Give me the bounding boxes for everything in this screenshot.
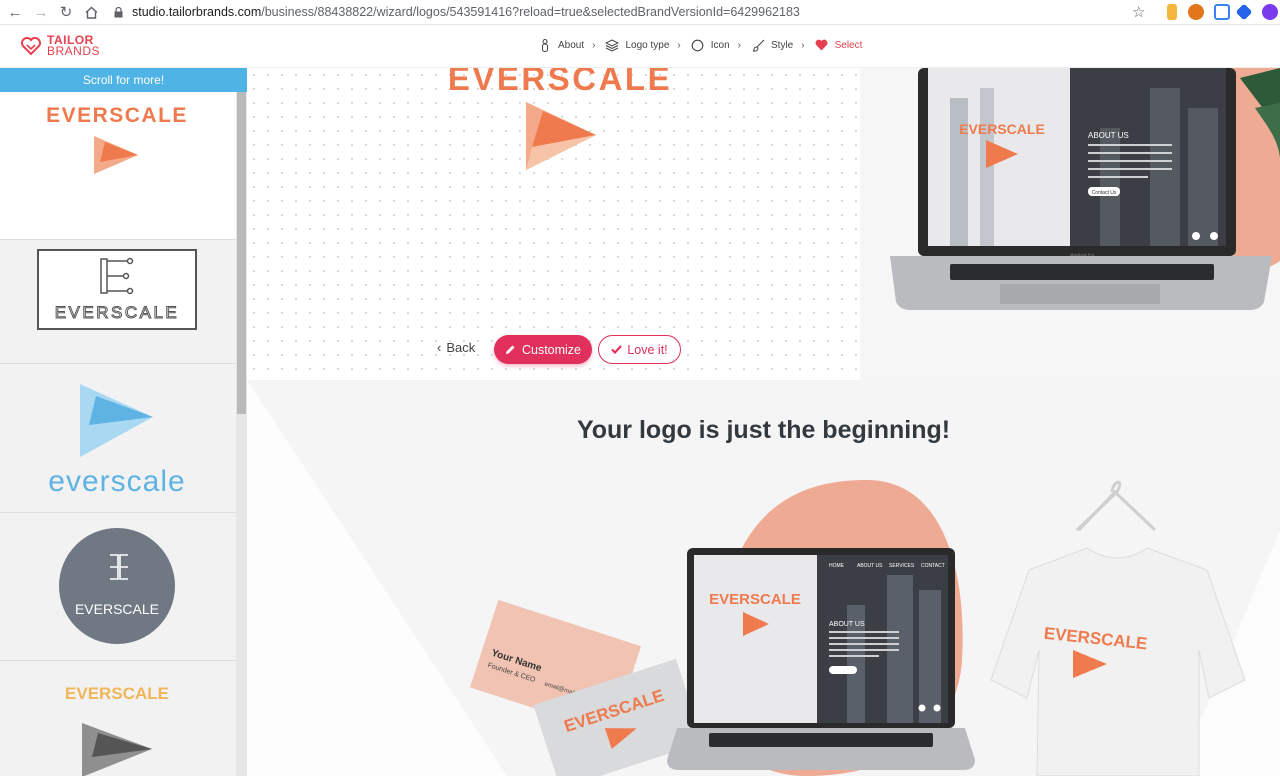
reload-icon[interactable]: ↻ bbox=[54, 0, 78, 24]
contact-label: Contact Us bbox=[1092, 190, 1117, 196]
chevron-right-icon: › bbox=[592, 39, 596, 51]
home-icon[interactable] bbox=[79, 0, 103, 24]
wizard-steps: About › Logo type › Icon › Style › Selec… bbox=[538, 38, 872, 52]
layers-icon bbox=[605, 38, 620, 52]
logo-option[interactable]: EVERSCALE bbox=[0, 513, 236, 661]
heart-icon bbox=[815, 38, 829, 52]
extension-icon[interactable] bbox=[1235, 3, 1253, 21]
brand-line-2: BRANDS bbox=[47, 44, 101, 58]
step-style[interactable]: Style › bbox=[751, 38, 805, 52]
scroll-banner: Scroll for more! bbox=[0, 68, 247, 92]
mockup-nav-services: SERVICES bbox=[889, 563, 915, 569]
logo-option[interactable]: EVERSCALE bbox=[0, 216, 236, 364]
chevron-right-icon: › bbox=[737, 39, 742, 51]
mockup-about-heading: ABOUT US bbox=[1088, 131, 1129, 140]
chevron-right-icon: › bbox=[677, 39, 681, 51]
laptop-mockup: HOME ABOUT US SERVICES CONTACT EVERSCALE… bbox=[667, 548, 975, 770]
profile-extension-icon[interactable] bbox=[1262, 4, 1278, 20]
laptop-label: MacBook Pro bbox=[1070, 252, 1095, 257]
laptop-logo-text: EVERSCALE bbox=[709, 591, 801, 608]
facebook-icon bbox=[1192, 232, 1200, 240]
back-arrow-icon[interactable]: ← bbox=[3, 0, 27, 24]
logo-option[interactable]: everscale bbox=[0, 365, 236, 513]
logo-options-sidebar: Scroll for more! EVERSCALE EVERSCALE eve… bbox=[0, 68, 247, 776]
step-logo-type[interactable]: Logo type › bbox=[605, 38, 681, 52]
mockup-nav-about: ABOUT US bbox=[857, 563, 883, 569]
website-mockup: EVERSCALE ABOUT US Contact Us MacBook Pr… bbox=[860, 68, 1280, 380]
love-it-button[interactable]: Love it! bbox=[598, 335, 681, 364]
logo-option-text: EVERSCALE bbox=[46, 104, 188, 127]
chevron-left-icon: ‹ bbox=[437, 340, 442, 355]
step-label: Select bbox=[834, 39, 863, 51]
logo-option-text: everscale bbox=[48, 465, 185, 498]
step-label: About bbox=[558, 39, 585, 51]
url-host: studio.tailorbrands.com bbox=[132, 5, 262, 19]
heart-logo-icon bbox=[21, 37, 41, 56]
extension-icon[interactable] bbox=[1167, 4, 1177, 20]
laptop-about-heading: ABOUT US bbox=[829, 621, 865, 628]
logo-option-text: EVERSCALE bbox=[75, 601, 159, 617]
logo-option-text: EVERSCALE bbox=[65, 684, 169, 703]
customize-label: Customize bbox=[521, 342, 582, 357]
brush-icon bbox=[751, 38, 765, 52]
mockup-nav-contact: CONTACT bbox=[921, 563, 945, 569]
browser-toolbar: ← → ↻ studio.tailorbrands.com /business/… bbox=[0, 0, 1280, 25]
chevron-right-icon: › bbox=[801, 39, 805, 51]
mockup-logo-text: EVERSCALE bbox=[959, 121, 1045, 137]
laptop-keyboard bbox=[950, 264, 1214, 280]
back-button[interactable]: ‹ Back bbox=[437, 340, 475, 355]
step-label: Style bbox=[771, 39, 794, 51]
step-label: Logo type bbox=[625, 39, 670, 51]
step-select[interactable]: Select bbox=[815, 38, 863, 52]
sidebar-scrollbar[interactable] bbox=[236, 92, 247, 776]
forward-arrow-icon[interactable]: → bbox=[29, 0, 53, 24]
lock-icon bbox=[114, 6, 124, 18]
pencil-icon bbox=[505, 344, 516, 355]
shield-extension-icon[interactable] bbox=[1214, 4, 1230, 20]
bookmark-star-icon[interactable]: ☆ bbox=[1132, 3, 1145, 21]
url-path: /business/88438822/wizard/logos/54359141… bbox=[261, 5, 800, 19]
facebook-icon bbox=[918, 704, 926, 712]
customize-button[interactable]: Customize bbox=[494, 335, 592, 364]
step-label: Icon bbox=[710, 39, 730, 51]
twitter-icon bbox=[933, 704, 941, 712]
person-icon bbox=[538, 38, 552, 52]
step-icon[interactable]: Icon › bbox=[691, 38, 741, 52]
circle-icon bbox=[691, 38, 705, 52]
mockup-nav-home: HOME bbox=[829, 563, 845, 569]
scroll-thumb[interactable] bbox=[237, 92, 246, 414]
check-icon bbox=[611, 345, 623, 354]
metamask-fox-icon[interactable] bbox=[1188, 4, 1204, 20]
back-label: Back bbox=[446, 340, 476, 355]
address-bar[interactable]: studio.tailorbrands.com /business/884388… bbox=[108, 1, 1158, 23]
logo-option-text: EVERSCALE bbox=[55, 303, 180, 322]
logo-option[interactable]: EVERSCALE bbox=[0, 661, 236, 776]
section-headline: Your logo is just the beginning! bbox=[576, 416, 951, 444]
step-about[interactable]: About › bbox=[538, 38, 595, 52]
love-label: Love it! bbox=[627, 342, 668, 357]
twitter-icon bbox=[1210, 232, 1218, 240]
tailor-brands-logo[interactable]: TAILOR BRANDS bbox=[20, 34, 101, 58]
preview-logo-text: EVERSCALE bbox=[448, 68, 672, 97]
logo-preview-canvas: EVERSCALE bbox=[247, 60, 860, 380]
app-header: TAILOR BRANDS About › Logo type › Icon › bbox=[0, 26, 1280, 68]
